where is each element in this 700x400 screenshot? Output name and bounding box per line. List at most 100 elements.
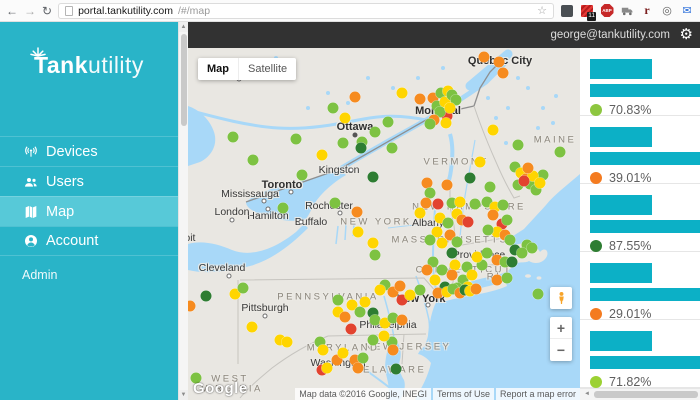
device-dot[interactable] [471,284,482,295]
device-dot[interactable] [533,289,544,300]
bookmark-star-icon[interactable]: ☆ [537,4,547,17]
zoom-in-button[interactable]: + [550,317,572,339]
vertical-scrollbar[interactable]: ▲ ▼ [178,22,188,400]
device-dot[interactable] [355,307,366,318]
device-dot[interactable] [360,297,371,308]
device-dot[interactable] [502,273,513,284]
device-dot[interactable] [368,238,379,249]
device-dot[interactable] [447,248,458,259]
device-dot[interactable] [356,143,367,154]
device-dot[interactable] [467,270,478,281]
device-dot[interactable] [201,291,212,302]
device-dot[interactable] [430,275,441,286]
device-dot[interactable] [523,163,534,174]
device-dot[interactable] [368,335,379,346]
sidebar-item-account[interactable]: Account [0,226,178,256]
device-dot[interactable] [513,140,524,151]
device-dot[interactable] [352,207,363,218]
sidebar-item-devices[interactable]: Devices [0,136,178,166]
scroll-up-arrow-icon[interactable]: ▲ [179,22,188,32]
device-dot[interactable] [507,257,518,268]
device-dot[interactable] [375,285,386,296]
device-dot[interactable] [519,176,530,187]
device-list-item[interactable]: 87.55% [580,184,700,252]
device-dot[interactable] [405,290,416,301]
device-dot[interactable] [527,243,538,254]
device-dot[interactable] [397,88,408,99]
device-dot[interactable] [415,208,426,219]
device-dot[interactable] [346,324,357,335]
device-dot[interactable] [248,155,259,166]
device-dot[interactable] [443,218,454,229]
device-dot[interactable] [447,270,458,281]
back-icon[interactable]: ← [6,5,18,17]
street-view-pegman-button[interactable] [550,287,572,309]
device-dot[interactable] [479,52,490,63]
device-dot[interactable] [391,364,402,375]
device-dot[interactable] [297,170,308,181]
device-list-item[interactable]: 70.83% [580,48,700,116]
device-dot[interactable] [330,198,341,209]
device-dot[interactable] [455,197,466,208]
device-list-item[interactable]: 39.01% [580,116,700,184]
device-dot[interactable] [333,295,344,306]
device-dot[interactable] [387,143,398,154]
device-dot[interactable] [397,315,408,326]
terms-of-use-link[interactable]: Terms of Use [433,388,494,400]
device-dot[interactable] [498,68,509,79]
device-dot[interactable] [517,248,528,259]
device-dot[interactable] [445,103,456,114]
device-dot[interactable] [328,103,339,114]
report-map-error-link[interactable]: Report a map error [496,388,580,400]
device-dot[interactable] [535,178,546,189]
user-email[interactable]: george@tankutility.com [551,22,671,48]
device-dot[interactable] [338,138,349,149]
device-dot[interactable] [475,157,486,168]
device-dot[interactable] [388,345,399,356]
scroll-left-arrow-icon[interactable]: ◄ [582,389,592,400]
device-dot[interactable] [494,57,505,68]
hscrollbar-thumb[interactable] [594,391,698,398]
map-type-satellite-button[interactable]: Satellite [238,58,296,80]
device-dot[interactable] [470,199,481,210]
device-dot[interactable] [338,348,349,359]
sidebar-item-map[interactable]: Map [0,196,178,226]
device-dot[interactable] [278,203,289,214]
scroll-down-arrow-icon[interactable]: ▼ [179,390,188,400]
device-dot[interactable] [318,345,329,356]
device-dot[interactable] [498,200,509,211]
forward-icon[interactable]: → [24,5,36,17]
device-dot[interactable] [340,312,351,323]
device-list-item[interactable]: 71.82% [580,320,700,388]
adblock-icon[interactable]: ABP [600,4,614,18]
device-list-item[interactable]: 29.01% [580,252,700,320]
device-dot[interactable] [555,147,566,158]
device-dot[interactable] [452,237,463,248]
target-icon[interactable]: ◎ [660,4,674,18]
horizontal-scrollbar[interactable]: ◄ [580,388,700,400]
reload-icon[interactable]: ↻ [42,5,52,17]
device-dot[interactable] [282,337,293,348]
google-logo[interactable]: Google [193,380,248,397]
device-dot[interactable] [370,127,381,138]
sidebar-item-admin[interactable]: Admin [0,262,178,288]
device-dot[interactable] [383,117,394,128]
device-dot[interactable] [488,210,499,221]
sidebar-item-users[interactable]: Users [0,166,178,196]
device-dot[interactable] [353,363,364,374]
zoom-out-button[interactable]: − [550,339,572,361]
device-dot[interactable] [353,227,364,238]
device-dot[interactable] [463,217,474,228]
device-dot[interactable] [415,94,426,105]
device-dot[interactable] [485,182,496,193]
device-dot[interactable] [228,132,239,143]
gear-icon[interactable]: ⚙ [680,22,693,48]
device-dot[interactable] [247,322,258,333]
device-dot[interactable] [238,283,249,294]
scrollbar-thumb[interactable] [181,34,187,126]
device-dot[interactable] [291,134,302,145]
device-dot[interactable] [379,331,390,342]
device-dot[interactable] [425,235,436,246]
device-dot[interactable] [465,173,476,184]
device-dot[interactable] [437,238,448,249]
